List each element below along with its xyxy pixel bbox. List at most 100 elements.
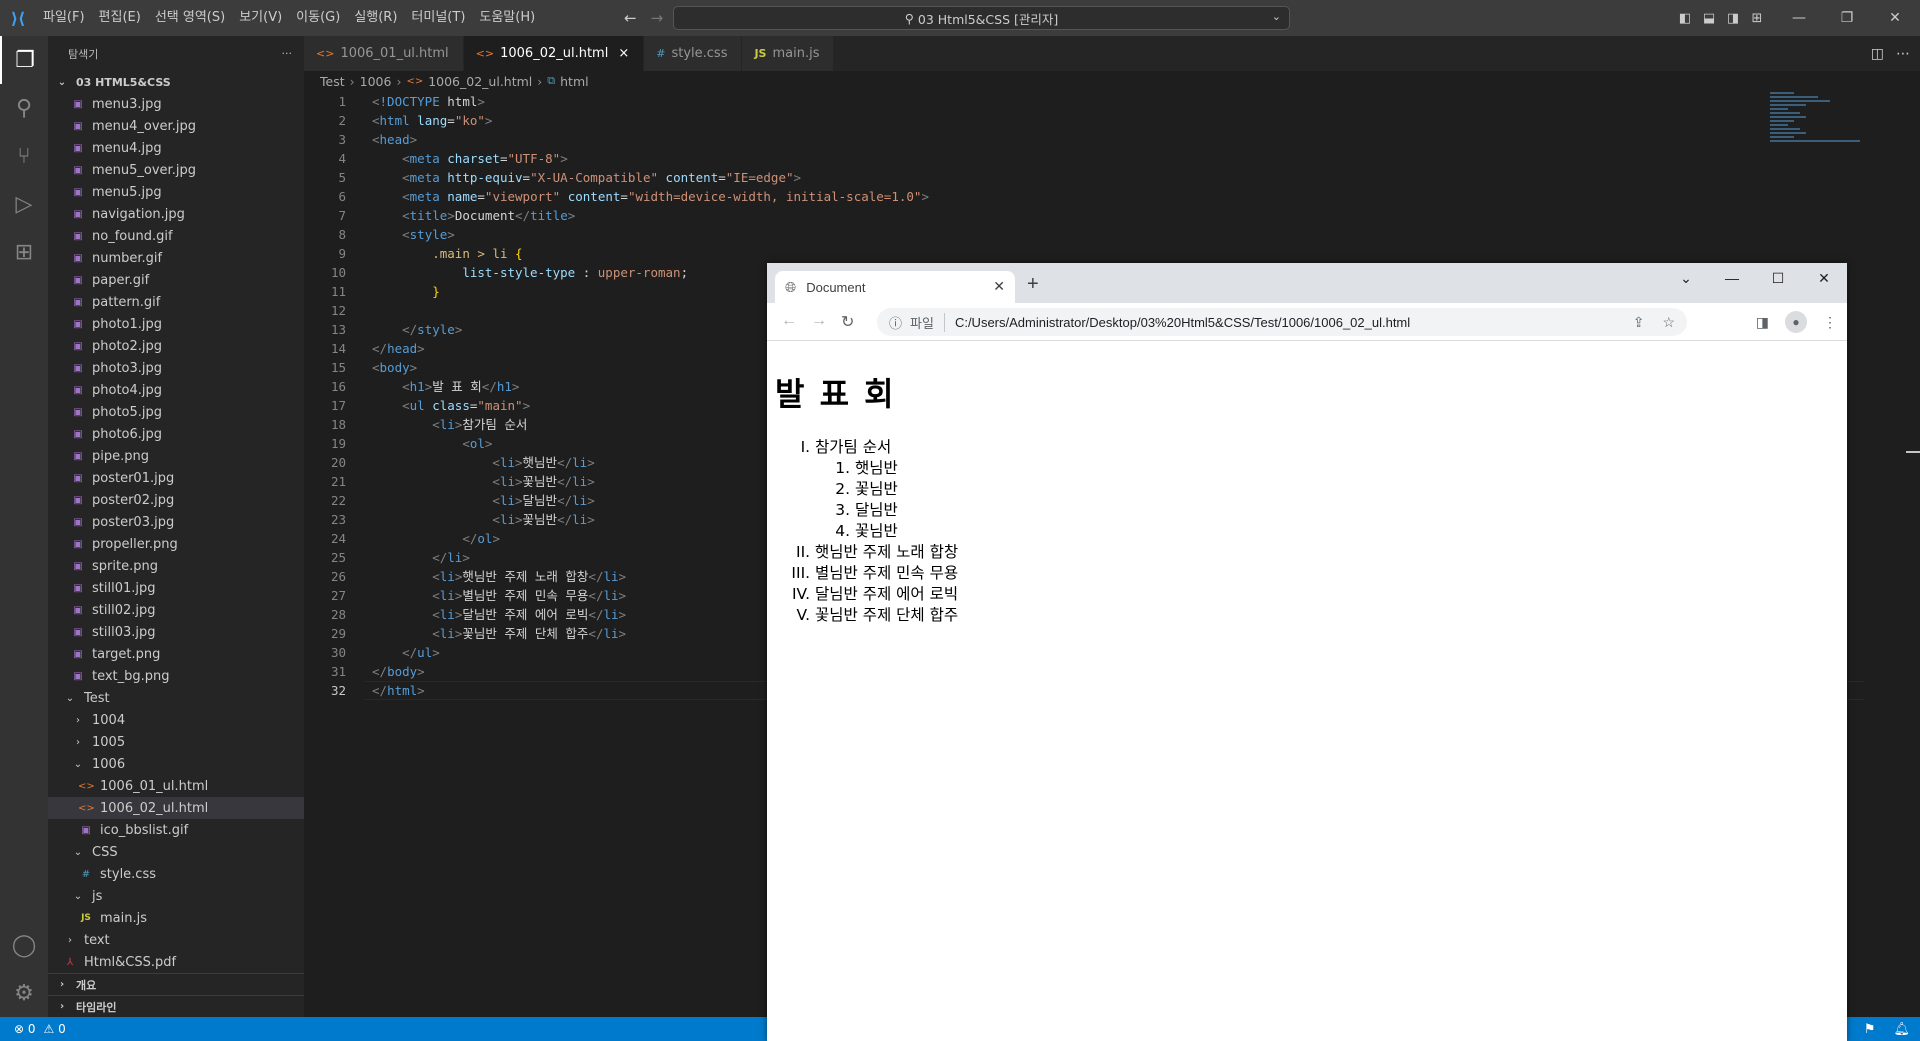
extensions-icon[interactable]: ⊞ — [0, 228, 48, 276]
close-tab-icon[interactable]: ✕ — [993, 278, 1005, 295]
tree-file[interactable]: ▣ menu5.jpg — [48, 181, 304, 203]
forward-arrow-icon[interactable]: → — [811, 312, 827, 332]
restore-icon[interactable]: ❐ — [1824, 10, 1870, 26]
chevron-down-icon[interactable]: ⌄ — [1272, 10, 1281, 23]
minimap[interactable] — [1770, 92, 1890, 162]
tree-file[interactable]: ▣ menu4_over.jpg — [48, 115, 304, 137]
close-icon[interactable]: ✕ — [1801, 263, 1847, 293]
tree-file[interactable]: ▣ text_bg.png — [48, 665, 304, 687]
account-icon[interactable]: ◯ — [0, 921, 48, 969]
tree-folder-css[interactable]: ⌄ CSS — [48, 841, 304, 863]
menu-go[interactable]: 이동(G) — [289, 0, 347, 36]
command-center[interactable]: ⚲ 03 Html5&CSS [관리자] ⌄ — [673, 6, 1290, 30]
tree-file-1006-02[interactable]: <> 1006_02_ul.html — [48, 797, 304, 819]
explorer-icon[interactable]: ❐ — [0, 36, 48, 84]
profile-avatar-icon[interactable]: ● — [1785, 311, 1807, 333]
tree-file[interactable]: ▣ sprite.png — [48, 555, 304, 577]
more-actions-icon[interactable]: ··· — [282, 47, 293, 60]
tree-file[interactable]: ▣ photo5.jpg — [48, 401, 304, 423]
tree-file[interactable]: ▣ still02.jpg — [48, 599, 304, 621]
breadcrumb-item[interactable]: Test — [320, 74, 345, 89]
menu-selection[interactable]: 선택 영역(S) — [148, 0, 232, 36]
customize-layout-icon[interactable]: ⊞ — [1746, 11, 1768, 26]
gear-icon[interactable]: ⚙ — [0, 969, 48, 1017]
more-actions-icon[interactable]: ⋯ — [1896, 46, 1910, 62]
errors-count[interactable]: ⊗ 0 — [14, 1022, 36, 1036]
tree-file[interactable]: ▣ no_found.gif — [48, 225, 304, 247]
tree-file[interactable]: ▣ poster01.jpg — [48, 467, 304, 489]
tree-file-pdf[interactable]: ⅄ Html&CSS.pdf — [48, 951, 304, 973]
tab-1006-01[interactable]: <> 1006_01_ul.html — [304, 36, 464, 71]
split-editor-icon[interactable]: ◫ — [1871, 46, 1884, 62]
tree-folder-1006[interactable]: ⌄ 1006 — [48, 753, 304, 775]
tree-file[interactable]: ▣ poster03.jpg — [48, 511, 304, 533]
tree-file[interactable]: ▣ pipe.png — [48, 445, 304, 467]
close-icon[interactable]: ✕ — [1872, 10, 1918, 26]
tree-file[interactable]: ▣ menu4.jpg — [48, 137, 304, 159]
tree-folder-js[interactable]: ⌄ js — [48, 885, 304, 907]
back-arrow-icon[interactable]: ← — [624, 9, 637, 27]
tree-file[interactable]: ▣ menu5_over.jpg — [48, 159, 304, 181]
maximize-icon[interactable]: ☐ — [1755, 263, 1801, 293]
tree-folder-text[interactable]: › text — [48, 929, 304, 951]
menu-view[interactable]: 보기(V) — [232, 0, 289, 36]
tree-file[interactable]: ▣ still01.jpg — [48, 577, 304, 599]
tree-file-main[interactable]: JS main.js — [48, 907, 304, 929]
tree-file[interactable]: ▣ photo6.jpg — [48, 423, 304, 445]
share-icon[interactable]: ⇪ — [1633, 314, 1645, 331]
tree-file-1006-01[interactable]: <> 1006_01_ul.html — [48, 775, 304, 797]
minimize-icon[interactable]: — — [1709, 263, 1755, 293]
breadcrumb-item[interactable]: 1006 — [360, 74, 392, 89]
tree-file-style[interactable]: # style.css — [48, 863, 304, 885]
toggle-sidebar-icon[interactable]: ◧ — [1674, 11, 1696, 26]
close-tab-icon[interactable]: × — [618, 46, 629, 61]
tree-file[interactable]: ▣ navigation.jpg — [48, 203, 304, 225]
tree-file[interactable]: ▣ still03.jpg — [48, 621, 304, 643]
tree-file[interactable]: ▣ photo1.jpg — [48, 313, 304, 335]
run-debug-icon[interactable]: ▷ — [0, 180, 48, 228]
tree-file[interactable]: ▣ photo4.jpg — [48, 379, 304, 401]
breadcrumb-item[interactable]: 1006_02_ul.html — [428, 74, 532, 89]
tab-style-css[interactable]: # style.css — [644, 36, 743, 71]
tree-folder-test[interactable]: ⌄ Test — [48, 687, 304, 709]
toggle-secondary-sidebar-icon[interactable]: ◨ — [1722, 11, 1744, 26]
back-arrow-icon[interactable]: ← — [781, 312, 797, 332]
tab-main-js[interactable]: JS main.js — [742, 36, 835, 71]
timeline-section[interactable]: › 타임라인 — [48, 995, 304, 1017]
address-bar[interactable]: ⓘ 파일 C:/Users/Administrator/Desktop/03%2… — [877, 308, 1687, 336]
outline-section[interactable]: › 개요 — [48, 973, 304, 995]
forward-arrow-icon[interactable]: → — [651, 9, 664, 27]
warnings-count[interactable]: ⚠ 0 — [44, 1022, 66, 1036]
tab-search-icon[interactable]: ⌄ — [1663, 263, 1709, 293]
tree-file[interactable]: ▣ poster02.jpg — [48, 489, 304, 511]
menu-terminal[interactable]: 터미널(T) — [404, 0, 472, 36]
kebab-menu-icon[interactable]: ⋮ — [1823, 314, 1837, 331]
tree-file[interactable]: ▣ photo3.jpg — [48, 357, 304, 379]
tree-file-ico[interactable]: ▣ ico_bbslist.gif — [48, 819, 304, 841]
source-control-icon[interactable]: ⑂ — [0, 132, 48, 180]
search-icon[interactable]: ⚲ — [0, 84, 48, 132]
tree-folder-1004[interactable]: › 1004 — [48, 709, 304, 731]
breadcrumb-item[interactable]: html — [560, 74, 588, 89]
side-panel-icon[interactable]: ◨ — [1756, 314, 1769, 331]
tree-file[interactable]: ▣ pattern.gif — [48, 291, 304, 313]
tree-file[interactable]: ▣ propeller.png — [48, 533, 304, 555]
minimize-icon[interactable]: — — [1776, 10, 1822, 26]
browser-tab[interactable]: 🌐︎ Document ✕ — [775, 271, 1015, 303]
workspace-root[interactable]: ⌄ 03 HTML5&CSS — [48, 71, 304, 93]
star-icon[interactable]: ☆ — [1662, 314, 1675, 331]
tree-file[interactable]: ▣ target.png — [48, 643, 304, 665]
menu-run[interactable]: 실행(R) — [347, 0, 404, 36]
menu-file[interactable]: 파일(F) — [36, 0, 92, 36]
menu-edit[interactable]: 편집(E) — [92, 0, 148, 36]
tab-1006-02[interactable]: <> 1006_02_ul.html × — [463, 36, 645, 71]
info-icon[interactable]: ⓘ — [889, 313, 902, 332]
menu-help[interactable]: 도움말(H) — [472, 0, 542, 36]
feedback-icon[interactable]: ⚑ — [1864, 1022, 1876, 1037]
tree-file[interactable]: ▣ number.gif — [48, 247, 304, 269]
reload-icon[interactable]: ↻ — [841, 312, 854, 332]
tree-file[interactable]: ▣ photo2.jpg — [48, 335, 304, 357]
new-tab-button[interactable]: + — [1027, 273, 1039, 296]
tree-file[interactable]: ▣ paper.gif — [48, 269, 304, 291]
tree-file[interactable]: ▣ menu3.jpg — [48, 93, 304, 115]
